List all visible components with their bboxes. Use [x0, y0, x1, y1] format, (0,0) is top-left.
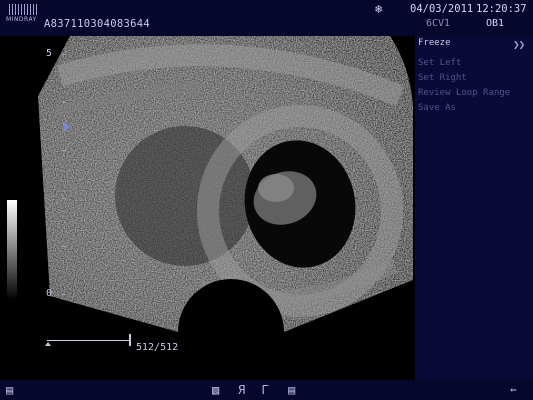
logo-bars-icon [9, 4, 37, 15]
menu-set-right[interactable]: Set Right [418, 73, 467, 83]
reverse-r-icon[interactable]: Ꮁ [262, 383, 269, 398]
depth-tick [62, 246, 66, 247]
ultrasound-image-area[interactable] [0, 36, 415, 380]
focus-marker-icon[interactable] [64, 122, 70, 132]
probe-name: 6CV1 [426, 18, 451, 29]
menu-save-as[interactable]: Save As [418, 103, 456, 113]
depth-tick [62, 198, 66, 199]
freeze-snowflake-icon: ❄ [375, 2, 383, 16]
exam-preset: OB1 [486, 18, 505, 29]
cine-menu-panel: Freeze ❯❯ Set Left Set Right Review Loop… [415, 36, 533, 380]
menu-set-left[interactable]: Set Left [418, 58, 461, 68]
cine-frame-counter: 512/512 [136, 342, 179, 353]
cine-slider[interactable] [44, 333, 134, 347]
depth-tick [62, 150, 66, 151]
cine-start-marker-icon[interactable] [45, 342, 51, 346]
depth-tick [62, 294, 66, 295]
menu-freeze[interactable]: Freeze [418, 38, 451, 48]
footer-bar: ▤ ▧ Я Ꮁ ▤ ⇜ [0, 380, 533, 400]
header-bar: MINDRAY A837110304083644 ❄ 04/03/2011 12… [0, 0, 533, 36]
patient-id: A837110304083644 [44, 18, 150, 30]
document-icon[interactable]: ▤ [288, 383, 295, 397]
double-chevron-right-icon[interactable]: ❯❯ [513, 38, 525, 51]
ultrasound-image [38, 36, 413, 332]
monitor-icon[interactable]: ▤ [6, 383, 13, 397]
grayscale-bar [7, 200, 17, 300]
exam-time: 12:20:37 [476, 3, 527, 15]
depth-label-bottom: 0 [46, 288, 53, 299]
settings-icon[interactable]: ▧ [212, 383, 219, 397]
cine-end-marker[interactable] [129, 334, 131, 346]
usb-icon: ⇜ [510, 383, 517, 396]
menu-review-loop-range[interactable]: Review Loop Range [418, 88, 510, 98]
depth-tick [62, 54, 66, 55]
depth-tick [62, 102, 66, 103]
exam-date: 04/03/2011 [410, 3, 474, 15]
depth-label-top: 5 [46, 48, 53, 59]
logo-text: MINDRAY [6, 16, 37, 23]
cine-track [47, 340, 131, 341]
mindray-logo: MINDRAY [6, 4, 40, 24]
reverse-r-icon[interactable]: Я [238, 383, 245, 397]
